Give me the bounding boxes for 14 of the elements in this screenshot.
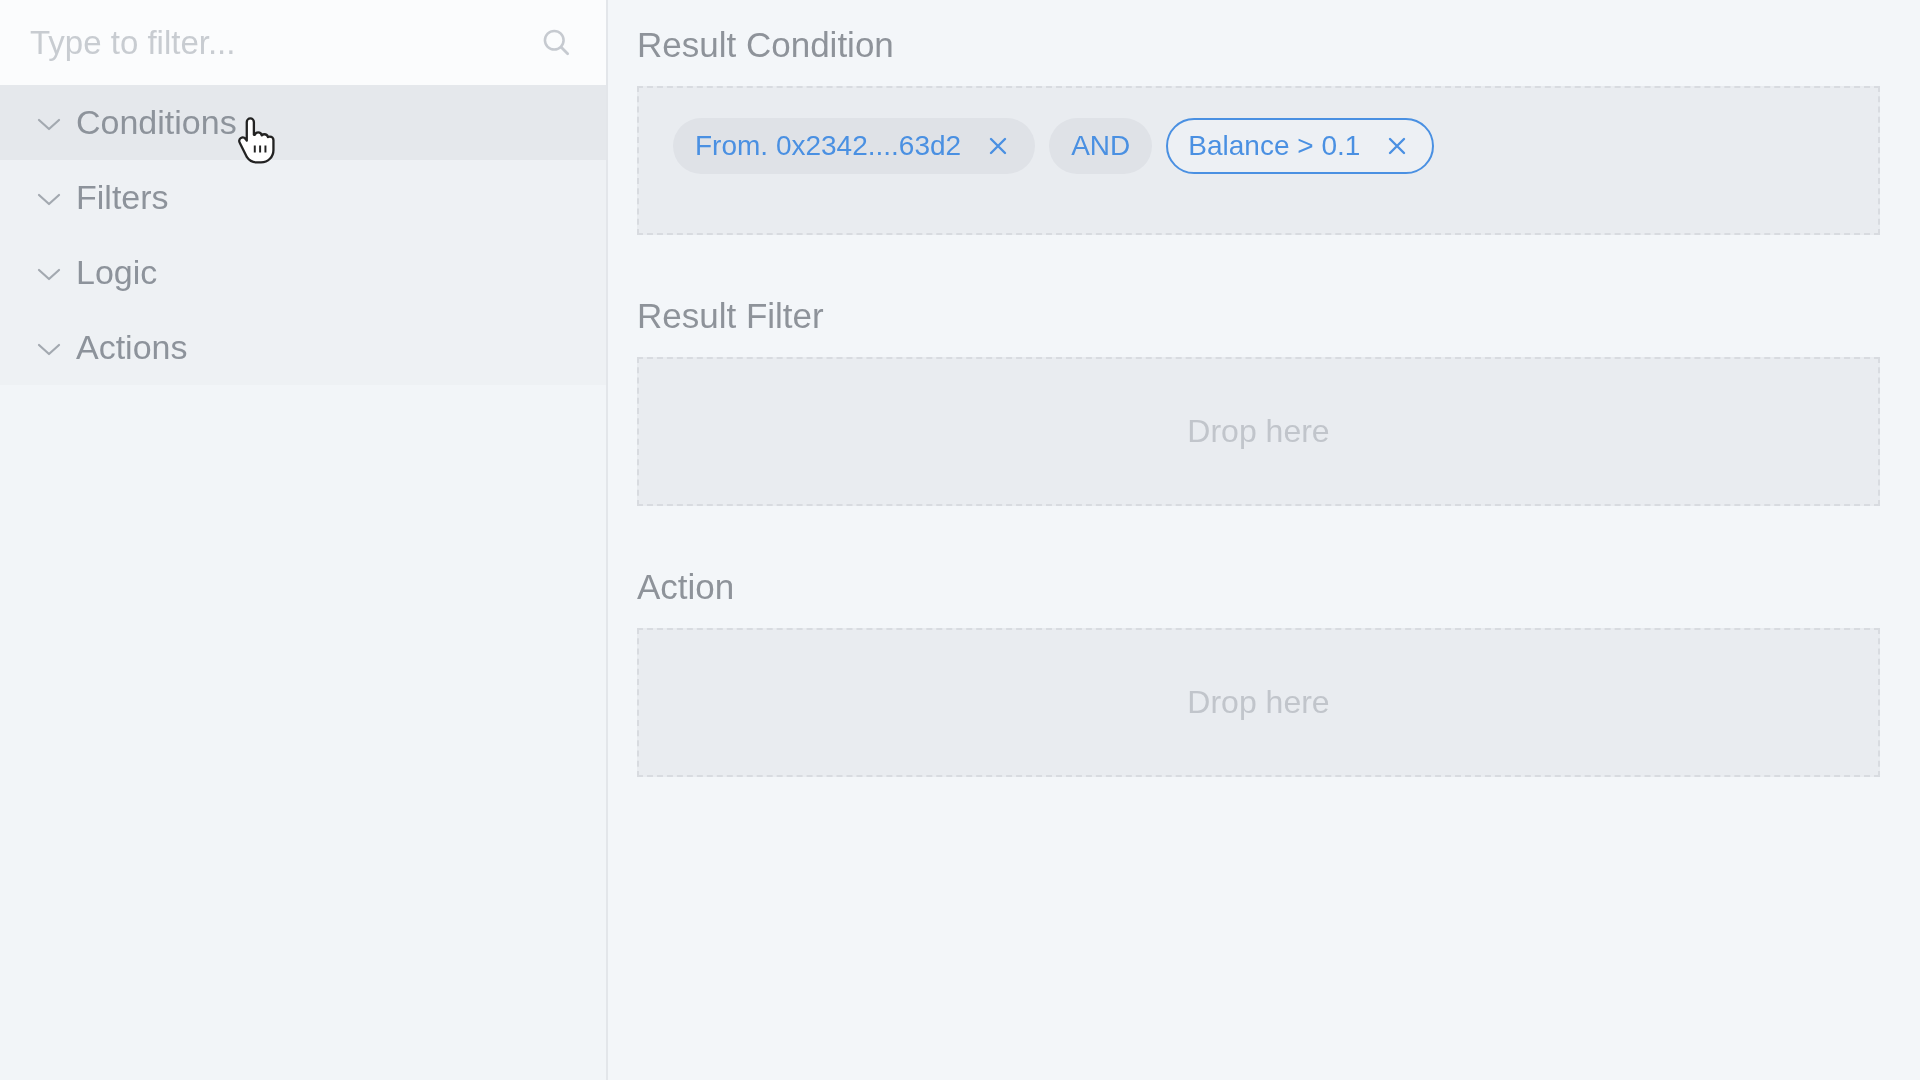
sidebar-item[interactable]: Filters bbox=[0, 160, 606, 235]
section-title: Result Condition bbox=[637, 25, 894, 65]
drop-zone[interactable]: From. 0x2342....63d2 AND Balance > 0.1 bbox=[637, 86, 1880, 235]
search-icon bbox=[542, 28, 570, 56]
hand-cursor-icon bbox=[236, 116, 277, 165]
section-title: Result Filter bbox=[637, 296, 824, 336]
operator-chip[interactable]: AND bbox=[1049, 118, 1153, 174]
condition-chip[interactable]: From. 0x2342....63d2 bbox=[673, 118, 1036, 174]
close-icon[interactable] bbox=[989, 137, 1008, 155]
close-icon[interactable] bbox=[1388, 137, 1407, 155]
condition-chip[interactable]: Balance > 0.1 bbox=[1166, 118, 1435, 174]
sidebar-item[interactable]: Actions bbox=[0, 310, 606, 385]
section-title: Action bbox=[637, 567, 735, 607]
sidebar-item[interactable]: Logic bbox=[0, 235, 606, 310]
